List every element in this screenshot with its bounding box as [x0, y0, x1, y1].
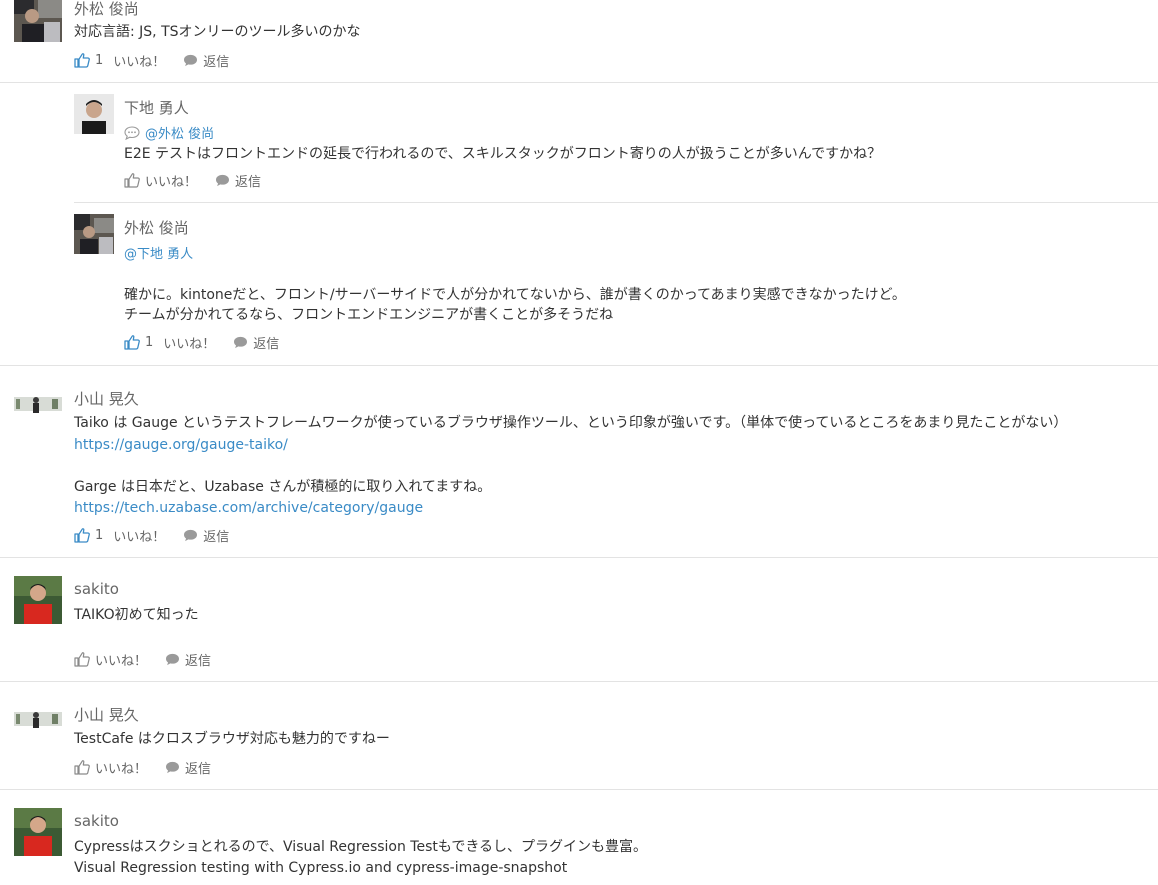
avatar-photo-icon	[14, 698, 62, 746]
thumbs-up-icon	[124, 172, 140, 188]
thumbs-up-icon	[74, 52, 90, 68]
like-label: いいね！	[113, 54, 166, 70]
like-button[interactable]: 1 いいね！	[74, 526, 165, 545]
comment-body: Visual Regression testing with Cypress.i…	[74, 860, 568, 876]
mention-link[interactable]: @下地 勇人	[124, 247, 193, 262]
like-button[interactable]: 1 いいね！	[124, 333, 215, 352]
divider	[74, 202, 1158, 203]
speech-bubble-icon	[165, 761, 180, 774]
reply-bubble-icon	[124, 126, 140, 140]
comment-author[interactable]: 小山 晃久	[74, 704, 139, 725]
reply-body: チームが分かれてるなら、フロントエンドエンジニアが書くことが多そうだね	[124, 307, 614, 323]
like-count: 1	[145, 334, 154, 350]
comment-body: Garge は日本だと、Uzabase さんが積極的に取り入れてますね。	[74, 479, 492, 495]
avatar[interactable]	[14, 698, 62, 746]
divider	[0, 557, 1158, 558]
like-count: 1	[95, 527, 104, 543]
divider	[0, 789, 1158, 790]
reply-button[interactable]: 返信	[215, 171, 261, 190]
avatar[interactable]	[14, 808, 62, 856]
reply-author[interactable]: 外松 俊尚	[124, 217, 189, 238]
reply-label: 返信	[253, 336, 280, 352]
reply-button[interactable]: 返信	[165, 758, 211, 777]
comment-body: Taiko は Gauge というテストフレームワークが使っているブラウザ操作ツ…	[74, 415, 1068, 431]
avatar-photo-icon	[74, 94, 114, 134]
avatar-photo-icon	[14, 0, 62, 42]
avatar-photo-icon	[14, 576, 62, 624]
like-label: いいね！	[95, 653, 148, 669]
reply-button[interactable]: 返信	[233, 333, 279, 352]
divider	[0, 681, 1158, 682]
avatar-photo-icon	[14, 808, 62, 856]
divider	[0, 82, 1158, 83]
avatar[interactable]	[14, 576, 62, 624]
speech-bubble-icon	[233, 336, 248, 349]
reply-body: E2E テストはフロントエンドの延長で行われるので、スキルスタックがフロント寄り…	[124, 146, 882, 162]
like-label: いいね！	[113, 529, 166, 545]
reply-actions: いいね！ 返信	[124, 170, 279, 190]
speech-bubble-icon	[183, 529, 198, 542]
reply-label: 返信	[185, 761, 212, 777]
comment-link[interactable]: https://tech.uzabase.com/archive/categor…	[74, 498, 423, 518]
comment-link[interactable]: https://gauge.org/gauge-taiko/	[74, 435, 288, 455]
avatar[interactable]	[14, 383, 62, 431]
like-button[interactable]: いいね！	[124, 171, 197, 190]
thumbs-up-icon	[74, 651, 90, 667]
comment-body: 対応言語: JS, TSオンリーのツール多いのかな	[74, 24, 361, 40]
mention-link[interactable]: @外松 俊尚	[145, 127, 214, 142]
reply-label: 返信	[185, 653, 212, 669]
like-button[interactable]: 1 いいね！	[74, 51, 165, 70]
like-label: いいね！	[145, 174, 198, 190]
comment-actions: いいね！ 返信	[74, 757, 229, 777]
thumbs-up-icon	[124, 334, 140, 350]
like-button[interactable]: いいね！	[74, 758, 147, 777]
comment-author[interactable]: 小山 晃久	[74, 388, 139, 409]
avatar[interactable]	[14, 0, 62, 42]
link[interactable]: https://gauge.org/gauge-taiko/	[74, 437, 288, 453]
comment-actions: 1 いいね！ 返信	[74, 50, 247, 70]
like-label: いいね！	[95, 761, 148, 777]
link[interactable]: https://tech.uzabase.com/archive/categor…	[74, 500, 423, 516]
reply-label: 返信	[203, 529, 230, 545]
like-count: 1	[95, 52, 104, 68]
reply-button[interactable]: 返信	[165, 650, 211, 669]
mention[interactable]: @下地 勇人	[124, 243, 193, 262]
reply-body: 確かに。kintoneだと、フロント/サーバーサイドで人が分かれてないから、誰が…	[124, 287, 906, 303]
speech-bubble-icon	[165, 653, 180, 666]
reply-label: 返信	[235, 174, 262, 190]
reply-label: 返信	[203, 54, 230, 70]
thumbs-up-icon	[74, 527, 90, 543]
comment-body: TAIKO初めて知った	[74, 607, 199, 623]
speech-bubble-icon	[183, 54, 198, 67]
avatar-photo-icon	[14, 383, 62, 431]
reply-author[interactable]: 下地 勇人	[124, 97, 189, 118]
like-button[interactable]: いいね！	[74, 650, 147, 669]
comment-author[interactable]: 外松 俊尚	[74, 0, 139, 19]
thumbs-up-icon	[74, 759, 90, 775]
comment-actions: いいね！ 返信	[74, 649, 229, 669]
avatar-photo-icon	[74, 214, 114, 254]
comment-body: TestCafe はクロスブラウザ対応も魅力的ですねー	[74, 731, 390, 747]
avatar[interactable]	[74, 214, 114, 254]
reply-button[interactable]: 返信	[183, 526, 229, 545]
like-label: いいね！	[163, 336, 216, 352]
reply-button[interactable]: 返信	[183, 51, 229, 70]
comment-author[interactable]: sakito	[74, 580, 119, 598]
comment-actions: 1 いいね！ 返信	[74, 525, 247, 545]
comment-body: Cypressはスクショとれるので、Visual Regression Test…	[74, 839, 648, 855]
comment-author[interactable]: sakito	[74, 812, 119, 830]
speech-bubble-icon	[215, 174, 230, 187]
avatar[interactable]	[74, 94, 114, 134]
divider	[0, 365, 1158, 366]
mention[interactable]: @外松 俊尚	[124, 123, 214, 142]
reply-actions: 1 いいね！ 返信	[124, 332, 297, 352]
